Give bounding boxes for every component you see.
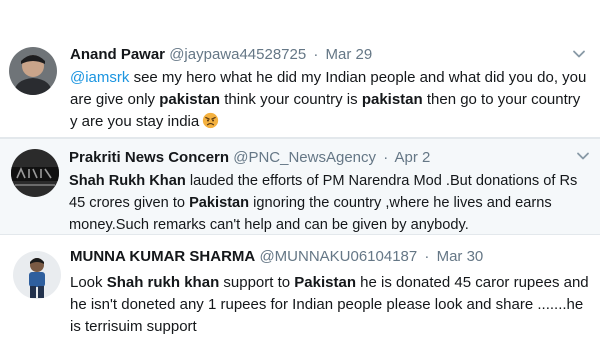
- text-segment: support to: [219, 274, 295, 291]
- highlighted-term: Shah rukh khan: [106, 274, 220, 291]
- avatar-image: [13, 251, 61, 299]
- user-handle[interactable]: @PNC_NewsAgency: [233, 149, 376, 166]
- chevron-down-icon[interactable]: [572, 47, 586, 61]
- tweet-date[interactable]: Apr 2: [395, 149, 431, 166]
- separator: ·: [424, 248, 430, 265]
- display-name[interactable]: Prakriti News Concern: [69, 149, 229, 166]
- tweet-header: MUNNA KUMAR SHARMA @MUNNAKU06104187 · Ma…: [70, 248, 483, 266]
- text-segment: Look: [70, 274, 107, 291]
- chevron-down-icon[interactable]: [576, 149, 590, 163]
- avatar[interactable]: [11, 149, 59, 197]
- tweet-text: Look Shah rukh khan support to Pakistan …: [70, 272, 590, 338]
- tweet-date[interactable]: Mar 29: [326, 46, 373, 63]
- separator: ·: [383, 149, 389, 166]
- tweet-text: @iamsrk see my hero what he did my India…: [70, 67, 590, 133]
- tweet[interactable]: Anand Pawar @jaypawa44528725 · Mar 29 @i…: [0, 0, 600, 138]
- highlighted-term: pakistan: [159, 91, 221, 108]
- tweet-text: Shah Rukh Khan lauded the efforts of PM …: [69, 170, 589, 236]
- angry-face-icon: [203, 112, 219, 129]
- highlighted-term: Pakistan: [189, 195, 250, 211]
- avatar-image: [11, 149, 59, 197]
- tweet[interactable]: MUNNA KUMAR SHARMA @MUNNAKU06104187 · Ma…: [0, 235, 600, 361]
- avatar[interactable]: [13, 251, 61, 299]
- display-name[interactable]: MUNNA KUMAR SHARMA: [70, 248, 255, 265]
- text-segment: think your country is: [220, 91, 362, 108]
- tweet-feed: Anand Pawar @jaypawa44528725 · Mar 29 @i…: [0, 0, 600, 361]
- highlighted-term: pakistan: [361, 91, 423, 108]
- tweet-header: Anand Pawar @jaypawa44528725 · Mar 29: [70, 46, 372, 64]
- mention-link[interactable]: @iamsrk: [70, 69, 129, 86]
- avatar-image: [9, 47, 57, 95]
- highlighted-term: Shah Rukh Khan: [69, 173, 186, 189]
- tweet-date[interactable]: Mar 30: [437, 248, 484, 265]
- user-handle[interactable]: @jaypawa44528725: [169, 46, 306, 63]
- tweet[interactable]: Prakriti News Concern @PNC_NewsAgency · …: [0, 138, 600, 235]
- separator: ·: [313, 46, 319, 63]
- avatar[interactable]: [9, 47, 57, 95]
- highlighted-term: Pakistan: [294, 274, 356, 291]
- display-name[interactable]: Anand Pawar: [70, 46, 165, 63]
- user-handle[interactable]: @MUNNAKU06104187: [259, 248, 417, 265]
- tweet-header: Prakriti News Concern @PNC_NewsAgency · …: [69, 149, 430, 167]
